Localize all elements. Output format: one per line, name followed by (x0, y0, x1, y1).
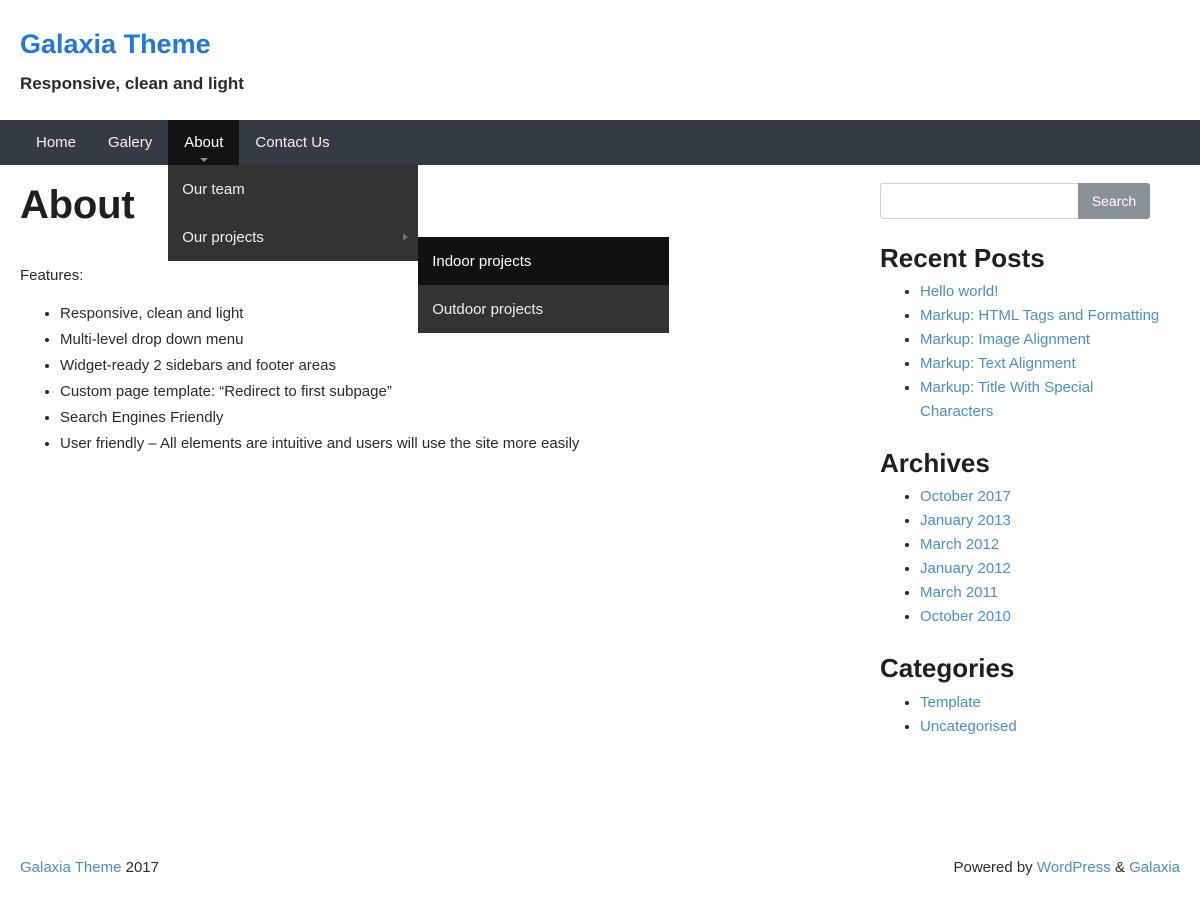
list-item: Widget-ready 2 sidebars and footer areas (60, 354, 880, 378)
list-item: Markup: Text Alignment (920, 352, 1160, 376)
search-input[interactable] (880, 183, 1078, 219)
search-button[interactable]: Search (1078, 183, 1150, 219)
widget-title: Categories (880, 653, 1160, 684)
nav-item-contact-us[interactable]: Contact Us (239, 120, 345, 165)
dropdown-about: Our team Our projects Indoor projects Ou… (168, 165, 418, 261)
caret-right-icon (403, 233, 408, 241)
categories-list: Template Uncategorised (880, 691, 1160, 739)
list-item: Hello world! (920, 280, 1160, 304)
list-item: Markup: HTML Tags and Formatting (920, 304, 1160, 328)
nav-link-galery[interactable]: Galery (92, 120, 168, 165)
list-item: October 2017 (920, 485, 1160, 509)
list-item: January 2013 (920, 509, 1160, 533)
footer-wordpress-link[interactable]: WordPress (1037, 859, 1111, 876)
archive-link[interactable]: October 2010 (920, 608, 1011, 625)
list-item: Search Engines Friendly (60, 406, 880, 430)
list-item: Uncategorised (920, 715, 1160, 739)
widget-categories: Categories Template Uncategorised (880, 653, 1160, 738)
nav-link-contact-us[interactable]: Contact Us (239, 120, 345, 165)
archive-link[interactable]: October 2017 (920, 488, 1011, 505)
list-item: Markup: Image Alignment (920, 328, 1160, 352)
recent-posts-list: Hello world! Markup: HTML Tags and Forma… (880, 280, 1160, 424)
nav-link-home[interactable]: Home (20, 120, 92, 165)
category-link[interactable]: Uncategorised (920, 718, 1017, 735)
list-item: Custom page template: “Redirect to first… (60, 380, 880, 404)
recent-post-link[interactable]: Hello world! (920, 283, 998, 300)
submenu-item-our-projects[interactable]: Our projects Indoor projects Outdoor pro… (168, 213, 418, 261)
submenu-item-indoor-projects[interactable]: Indoor projects (418, 237, 669, 285)
list-item: March 2012 (920, 533, 1160, 557)
nav-list: Home Galery About Our team Our projects (0, 120, 1200, 165)
recent-post-link[interactable]: Markup: Text Alignment (920, 355, 1076, 372)
submenu-item-outdoor-projects[interactable]: Outdoor projects (418, 285, 669, 333)
submenu-link-indoor-projects[interactable]: Indoor projects (418, 237, 669, 285)
submenu-item-our-team[interactable]: Our team (168, 165, 418, 213)
archive-link[interactable]: March 2011 (920, 584, 998, 601)
list-item: March 2011 (920, 581, 1160, 605)
widget-archives: Archives October 2017 January 2013 March… (880, 448, 1160, 629)
archives-list: October 2017 January 2013 March 2012 Jan… (880, 485, 1160, 629)
footer-left: Galaxia Theme 2017 (20, 859, 159, 876)
submenu-link-our-projects[interactable]: Our projects (168, 213, 418, 261)
recent-post-link[interactable]: Markup: Image Alignment (920, 331, 1090, 348)
list-item: January 2012 (920, 557, 1160, 581)
widget-recent-posts: Recent Posts Hello world! Markup: HTML T… (880, 243, 1160, 424)
list-item: Markup: Title With Special Characters (920, 376, 1160, 424)
nav-item-about[interactable]: About Our team Our projects Indoor proje… (168, 120, 239, 165)
sidebar: Search Recent Posts Hello world! Markup:… (880, 165, 1160, 745)
widget-title: Archives (880, 448, 1160, 479)
footer-theme-link[interactable]: Galaxia Theme (20, 859, 121, 876)
list-item: October 2010 (920, 605, 1160, 629)
footer-separator: & (1115, 859, 1125, 876)
submenu-link-outdoor-projects[interactable]: Outdoor projects (418, 285, 669, 333)
submenu-link-our-team[interactable]: Our team (168, 165, 418, 213)
footer-powered-by-label: Powered by (953, 859, 1032, 876)
list-item: User friendly – All elements are intuiti… (60, 432, 880, 456)
archive-link[interactable]: January 2013 (920, 512, 1011, 529)
site-footer: Galaxia Theme 2017 Powered by WordPress … (0, 859, 1200, 900)
widget-title: Recent Posts (880, 243, 1160, 274)
archive-link[interactable]: January 2012 (920, 560, 1011, 577)
primary-navigation: Home Galery About Our team Our projects (0, 120, 1200, 165)
recent-post-link[interactable]: Markup: Title With Special Characters (920, 379, 1093, 420)
nav-item-home[interactable]: Home (20, 120, 92, 165)
archive-link[interactable]: March 2012 (920, 536, 999, 553)
list-item: Template (920, 691, 1160, 715)
nav-item-galery[interactable]: Galery (92, 120, 168, 165)
footer-galaxia-link[interactable]: Galaxia (1129, 859, 1180, 876)
dropdown-our-projects: Indoor projects Outdoor projects (418, 237, 669, 333)
site-title[interactable]: Galaxia Theme (20, 30, 211, 60)
search-form: Search (880, 183, 1150, 219)
site-header: Galaxia Theme Responsive, clean and ligh… (0, 0, 1200, 94)
page-title: About (20, 183, 880, 227)
footer-right: Powered by WordPress & Galaxia (953, 859, 1180, 876)
category-link[interactable]: Template (920, 694, 981, 711)
caret-down-icon (200, 158, 208, 162)
footer-year: 2017 (126, 859, 159, 876)
site-tagline: Responsive, clean and light (20, 74, 1180, 94)
recent-post-link[interactable]: Markup: HTML Tags and Formatting (920, 307, 1159, 324)
